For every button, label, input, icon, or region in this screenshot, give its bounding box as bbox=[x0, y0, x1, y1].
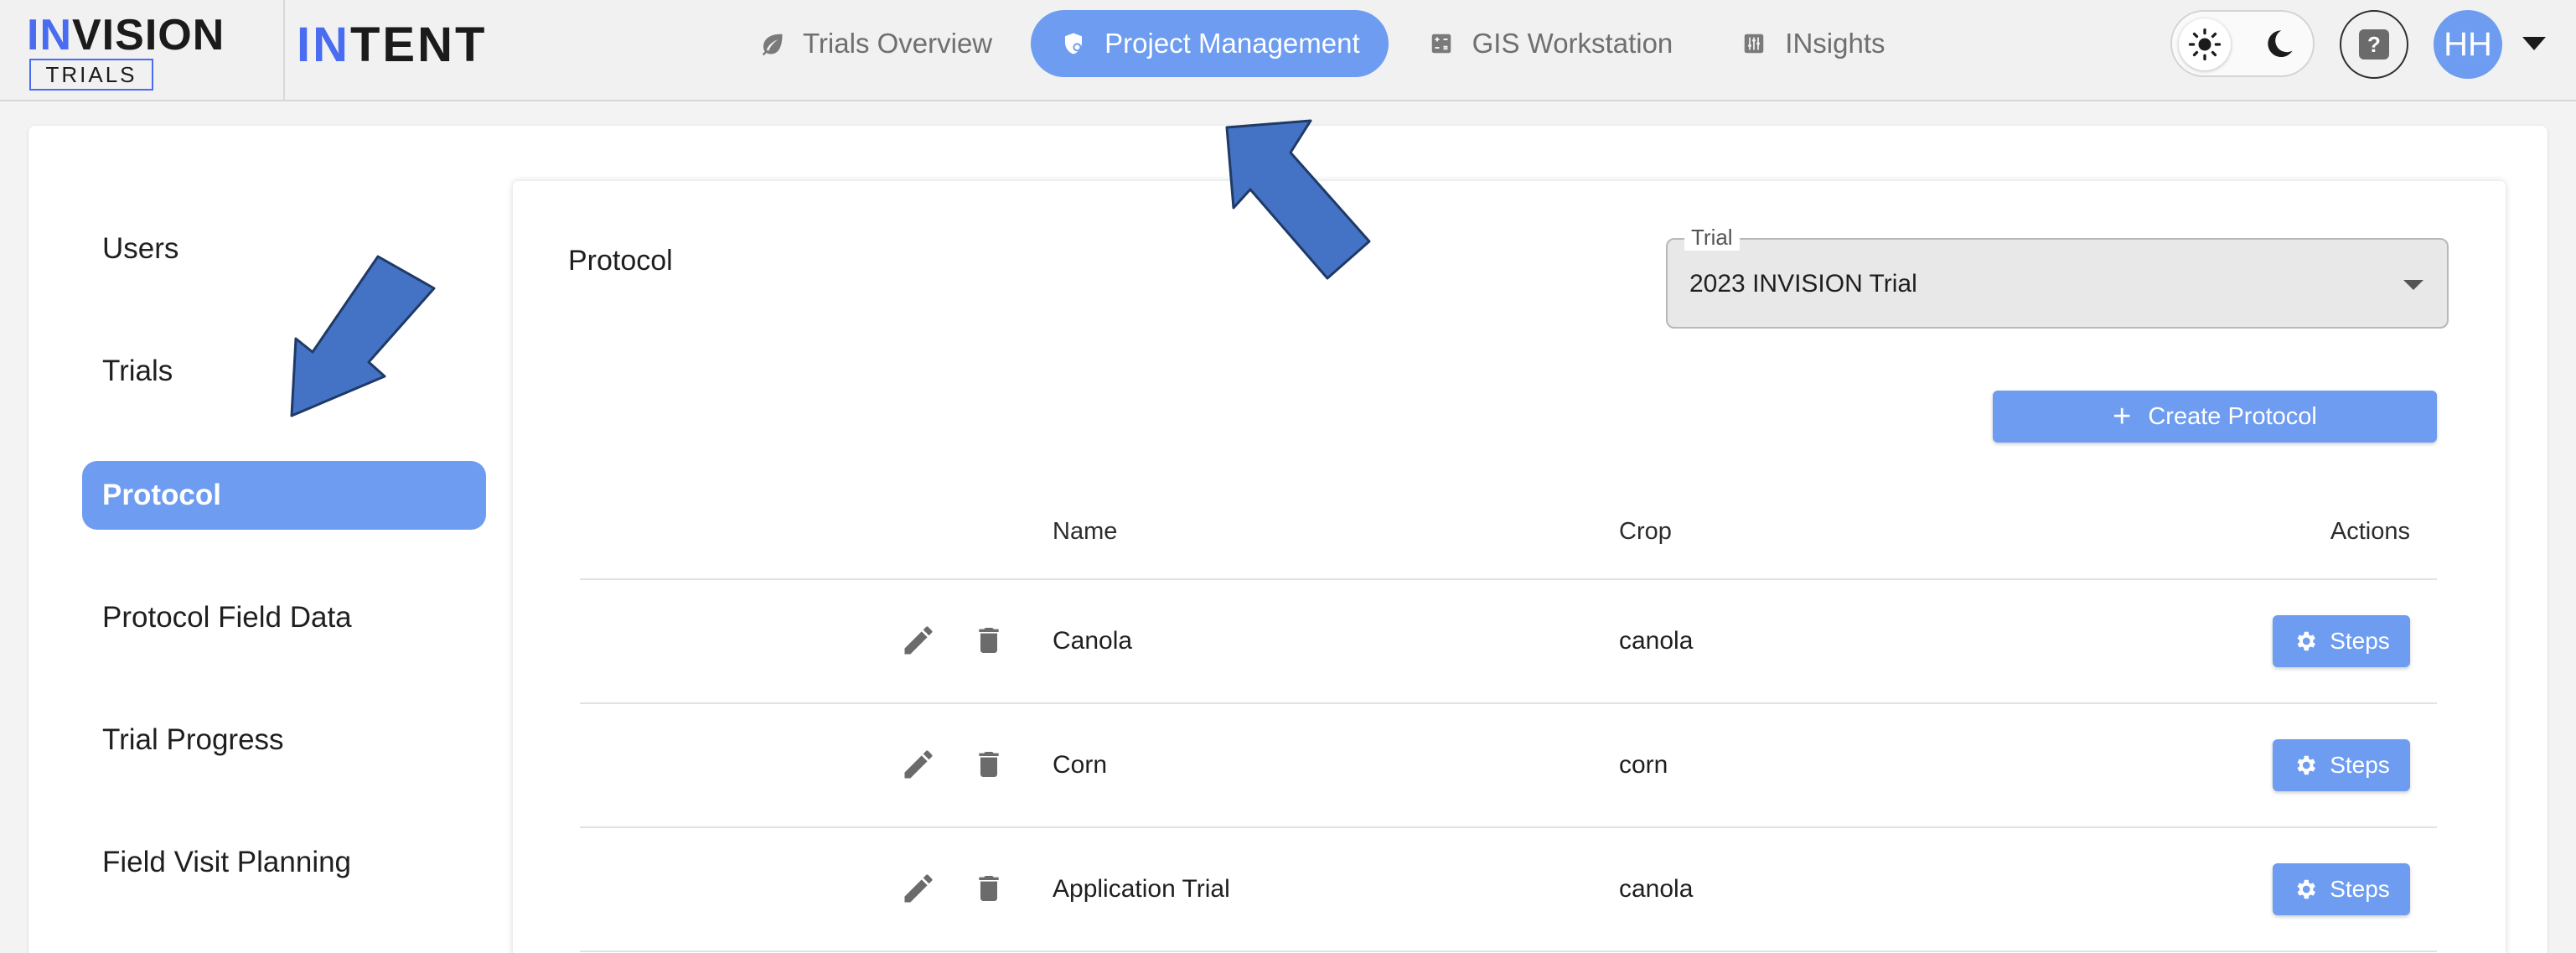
help-icon: ? bbox=[2359, 29, 2389, 60]
nav-item-project-management[interactable]: Project Management bbox=[1031, 10, 1389, 77]
cell-crop: canola bbox=[1619, 627, 1694, 655]
gear-icon bbox=[2297, 755, 2316, 775]
content-panel: Protocol Trial 2023 INVISION Trial + Cre… bbox=[513, 181, 2506, 953]
trash-icon[interactable] bbox=[972, 746, 1006, 783]
nav-label-trials-overview: Trials Overview bbox=[803, 28, 993, 59]
trash-icon[interactable] bbox=[972, 870, 1006, 907]
chevron-down-icon[interactable] bbox=[2522, 37, 2546, 50]
gear-icon bbox=[2297, 631, 2316, 651]
cell-name: Canola bbox=[1053, 627, 1133, 655]
cell-name: Corn bbox=[1053, 751, 1108, 779]
table-row: Application Trial canola Steps bbox=[580, 828, 2437, 952]
leaf-icon bbox=[758, 29, 786, 58]
steps-button[interactable]: Steps bbox=[2273, 863, 2410, 915]
nav-item-gis-workstation[interactable]: GIS Workstation bbox=[1399, 10, 1702, 77]
caret-down-icon bbox=[2403, 280, 2423, 290]
pencil-icon[interactable] bbox=[900, 746, 937, 783]
theme-toggle[interactable] bbox=[2170, 10, 2315, 77]
trial-select[interactable]: Trial 2023 INVISION Trial bbox=[1666, 225, 2449, 329]
user-avatar[interactable]: HH bbox=[2434, 10, 2502, 79]
nav-item-trials-overview[interactable]: Trials Overview bbox=[729, 10, 1021, 77]
nav-item-insights[interactable]: INsights bbox=[1711, 10, 1913, 77]
shield-icon bbox=[1059, 29, 1088, 58]
invision-wordmark: INVISION bbox=[27, 10, 225, 60]
main-nav: Trials Overview Project Management GIS W… bbox=[729, 10, 1924, 77]
table-header: Name Crop Actions bbox=[580, 500, 2437, 580]
nav-label-gis-workstation: GIS Workstation bbox=[1472, 28, 1673, 59]
intent-logo-accent: IN bbox=[297, 18, 350, 72]
table-row: Canola canola Steps bbox=[580, 580, 2437, 704]
annotation-arrow-nav bbox=[1225, 119, 1371, 280]
steps-button[interactable]: Steps bbox=[2273, 615, 2410, 667]
nav-label-project-management: Project Management bbox=[1104, 28, 1360, 59]
moon-icon[interactable] bbox=[2253, 18, 2304, 70]
steps-label: Steps bbox=[2330, 628, 2390, 654]
sidebar-item-protocol[interactable]: Protocol bbox=[82, 461, 486, 530]
help-button[interactable]: ? bbox=[2340, 10, 2408, 79]
cell-crop: canola bbox=[1619, 875, 1694, 903]
steps-label: Steps bbox=[2330, 876, 2390, 902]
annotation-arrow-sidebar bbox=[290, 255, 436, 417]
pencil-icon[interactable] bbox=[900, 622, 937, 659]
intent-logo-rest: TENT bbox=[350, 18, 488, 72]
column-header-actions: Actions bbox=[2330, 518, 2410, 545]
steps-button[interactable]: Steps bbox=[2273, 739, 2410, 791]
trial-select-label: Trial bbox=[1684, 225, 1740, 251]
cell-crop: corn bbox=[1619, 751, 1668, 779]
create-protocol-label: Create Protocol bbox=[2148, 402, 2317, 430]
trials-badge: TRIALS bbox=[29, 59, 153, 91]
sidebar-item-protocol-field-data[interactable]: Protocol Field Data bbox=[82, 583, 486, 652]
column-header-name[interactable]: Name bbox=[1053, 518, 1117, 546]
column-header-crop[interactable]: Crop bbox=[1619, 518, 1672, 546]
plus-icon: + bbox=[2113, 399, 2132, 434]
create-protocol-button[interactable]: + Create Protocol bbox=[1993, 391, 2437, 443]
pencil-icon[interactable] bbox=[900, 870, 937, 907]
table-row: Corn corn Steps bbox=[580, 704, 2437, 828]
cell-name: Application Trial bbox=[1053, 875, 1230, 903]
invision-wordmark-accent: IN bbox=[27, 11, 72, 60]
invision-wordmark-rest: VISION bbox=[72, 11, 225, 60]
sliders-icon bbox=[1740, 29, 1768, 58]
invision-trials-logo[interactable]: INVISION TRIALS bbox=[27, 7, 270, 94]
sun-icon[interactable] bbox=[2179, 18, 2231, 70]
intent-logo[interactable]: INTENT bbox=[297, 17, 487, 73]
nav-label-insights: INsights bbox=[1785, 28, 1885, 59]
page-title: Protocol bbox=[568, 245, 673, 277]
trial-select-value: 2023 INVISION Trial bbox=[1689, 270, 1917, 298]
sidebar-item-field-visit-planning[interactable]: Field Visit Planning bbox=[82, 828, 486, 897]
logo-divider bbox=[283, 0, 285, 101]
gear-icon bbox=[2297, 879, 2316, 899]
sidebar-item-trial-progress[interactable]: Trial Progress bbox=[82, 706, 486, 774]
trash-icon[interactable] bbox=[972, 622, 1006, 659]
calculator-icon bbox=[1427, 29, 1456, 58]
top-bar: INVISION TRIALS INTENT Trials Overview P… bbox=[0, 0, 2576, 101]
steps-label: Steps bbox=[2330, 752, 2390, 778]
